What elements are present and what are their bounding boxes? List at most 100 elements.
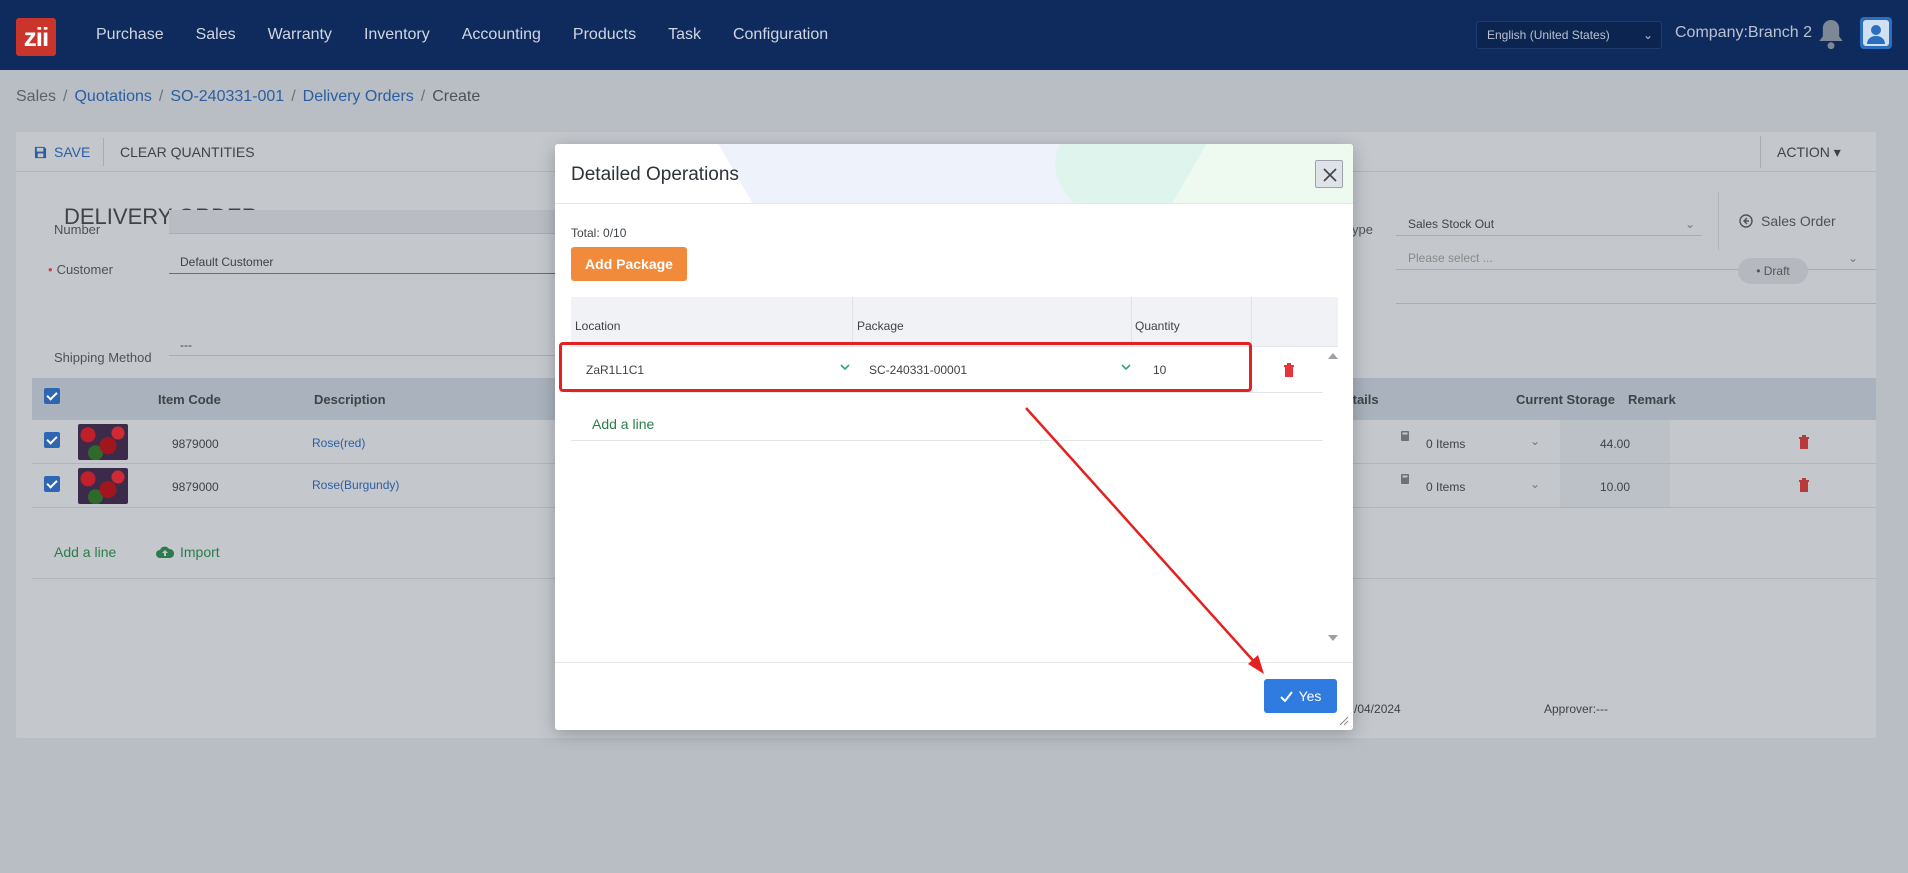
footer-date: /04/2024: [1354, 702, 1401, 716]
close-icon: [1323, 168, 1337, 182]
language-select[interactable]: English (United States) ⌄: [1476, 21, 1662, 49]
extra-field[interactable]: [1396, 280, 1876, 304]
column-divider: [852, 297, 853, 347]
trash-icon[interactable]: [1798, 435, 1810, 449]
operations-table-header: Location Package Quantity: [571, 297, 1338, 347]
row-item-code: 9879000: [172, 480, 219, 494]
number-field[interactable]: [169, 210, 569, 234]
arrow-circle-left-icon: [1739, 214, 1753, 228]
trash-icon[interactable]: [1798, 478, 1810, 492]
status-badge: • Draft: [1738, 258, 1808, 284]
row-current-storage: 10.00: [1600, 480, 1631, 494]
select-all-checkbox[interactable]: [44, 388, 60, 404]
row-description[interactable]: Rose(Burgundy): [312, 478, 399, 492]
dialog-footer-divider: [555, 662, 1353, 663]
toolbar-divider: [1760, 136, 1761, 168]
top-navbar: zii Purchase Sales Warranty Inventory Ac…: [0, 0, 1908, 70]
col-item-code: Item Code: [158, 392, 221, 407]
row-checkbox[interactable]: [44, 476, 60, 492]
clear-quantities-button[interactable]: CLEAR QUANTITIES: [120, 144, 255, 160]
language-value: English (United States): [1487, 28, 1610, 42]
shipping-method-field[interactable]: [169, 332, 569, 356]
import-button[interactable]: Import: [156, 544, 220, 560]
nav-item-sales[interactable]: Sales: [196, 26, 236, 44]
app-logo[interactable]: zii: [16, 18, 56, 56]
approver-text: Approver:---: [1544, 702, 1609, 716]
save-button[interactable]: SAVE: [34, 144, 90, 160]
number-label: Number: [54, 222, 101, 237]
breadcrumb: Sales / Quotations / SO-240331-001/Delivery …: [16, 88, 481, 105]
col-location: Location: [575, 319, 621, 333]
company-switcher[interactable]: Company:Branch 2: [1675, 24, 1812, 42]
cloud-upload-icon: [156, 546, 174, 558]
customer-label: • Customer: [48, 262, 113, 277]
column-divider: [1251, 297, 1252, 347]
col-description: Description: [314, 392, 386, 407]
user-avatar-button[interactable]: [1860, 17, 1892, 49]
nav-item-inventory[interactable]: Inventory: [364, 26, 430, 44]
column-divider: [1131, 297, 1132, 347]
breadcrumb-sales-order[interactable]: SO-240331-001: [170, 88, 284, 105]
highlight-box: [559, 342, 1252, 392]
divider: [571, 440, 1323, 441]
product-image: [78, 468, 128, 504]
operation-type-value: Sales Stock Out: [1408, 217, 1495, 231]
close-button[interactable]: [1315, 160, 1343, 188]
breadcrumb-quotations[interactable]: Quotations: [74, 88, 151, 105]
dialog-title: Detailed Operations: [571, 164, 739, 185]
import-label: Import: [180, 544, 220, 560]
add-line-link[interactable]: Add a line: [54, 544, 116, 560]
total-counter: Total: 0/10: [571, 226, 627, 240]
action-label: ACTION: [1777, 144, 1830, 160]
scroll-down-arrow[interactable]: [1328, 635, 1338, 641]
chevron-down-icon: ⌄: [1848, 251, 1859, 265]
save-icon: [34, 146, 47, 158]
select-placeholder: Please select ...: [1408, 251, 1493, 265]
trash-icon[interactable]: [1283, 363, 1295, 377]
detailed-operations-dialog: Detailed Operations Total: 0/10 Add Pack…: [555, 144, 1353, 730]
col-remark: Remark: [1628, 392, 1676, 407]
add-package-button[interactable]: Add Package: [571, 247, 687, 281]
chevron-down-icon: ⌄: [1685, 217, 1696, 231]
nav-item-task[interactable]: Task: [668, 26, 701, 44]
smart-button-label: Sales Order: [1761, 213, 1836, 229]
save-label: SAVE: [54, 144, 91, 160]
operation-type-label: ype: [1352, 222, 1373, 237]
calculator-icon[interactable]: [1400, 430, 1410, 442]
caret-down-icon: ▾: [1833, 144, 1841, 160]
col-current-storage: Current Storage: [1516, 392, 1615, 407]
toolbar-divider: [103, 138, 104, 166]
user-icon: [1863, 20, 1889, 46]
scroll-up-arrow[interactable]: [1328, 353, 1338, 359]
breadcrumb-delivery-orders[interactable]: Delivery Orders: [303, 88, 414, 105]
row-details[interactable]: 0 Items: [1426, 437, 1465, 451]
col-quantity: Quantity: [1135, 319, 1180, 333]
chevron-down-icon: ⌄: [1530, 434, 1541, 448]
nav-item-accounting[interactable]: Accounting: [462, 26, 541, 44]
shipping-method-value: ---: [180, 338, 192, 352]
row-checkbox[interactable]: [44, 432, 60, 448]
check-icon: [1279, 690, 1293, 702]
resize-handle-icon[interactable]: [1339, 716, 1349, 726]
row-item-code: 9879000: [172, 437, 219, 451]
sales-order-smart-button[interactable]: Sales Order: [1718, 192, 1876, 250]
row-details[interactable]: 0 Items: [1426, 480, 1465, 494]
nav-item-purchase[interactable]: Purchase: [96, 26, 164, 44]
nav-item-products[interactable]: Products: [573, 26, 636, 44]
col-package: Package: [857, 319, 904, 333]
breadcrumb-current: Create: [432, 88, 481, 105]
nav-item-configuration[interactable]: Configuration: [733, 26, 828, 44]
row-current-storage: 44.00: [1600, 437, 1631, 451]
bell-icon[interactable]: [1817, 17, 1845, 51]
dialog-header: Detailed Operations: [555, 144, 1353, 204]
yes-label: Yes: [1298, 688, 1322, 704]
add-line-link[interactable]: Add a line: [592, 416, 654, 432]
yes-button[interactable]: Yes: [1264, 679, 1337, 713]
calculator-icon[interactable]: [1400, 473, 1410, 485]
breadcrumb-sales: Sales: [16, 88, 57, 105]
row-description[interactable]: Rose(red): [312, 436, 365, 450]
chevron-down-icon: ⌄: [1530, 477, 1541, 491]
action-dropdown[interactable]: ACTION ▾: [1777, 144, 1841, 161]
chevron-down-icon: ⌄: [1642, 28, 1653, 42]
nav-item-warranty[interactable]: Warranty: [268, 26, 332, 44]
